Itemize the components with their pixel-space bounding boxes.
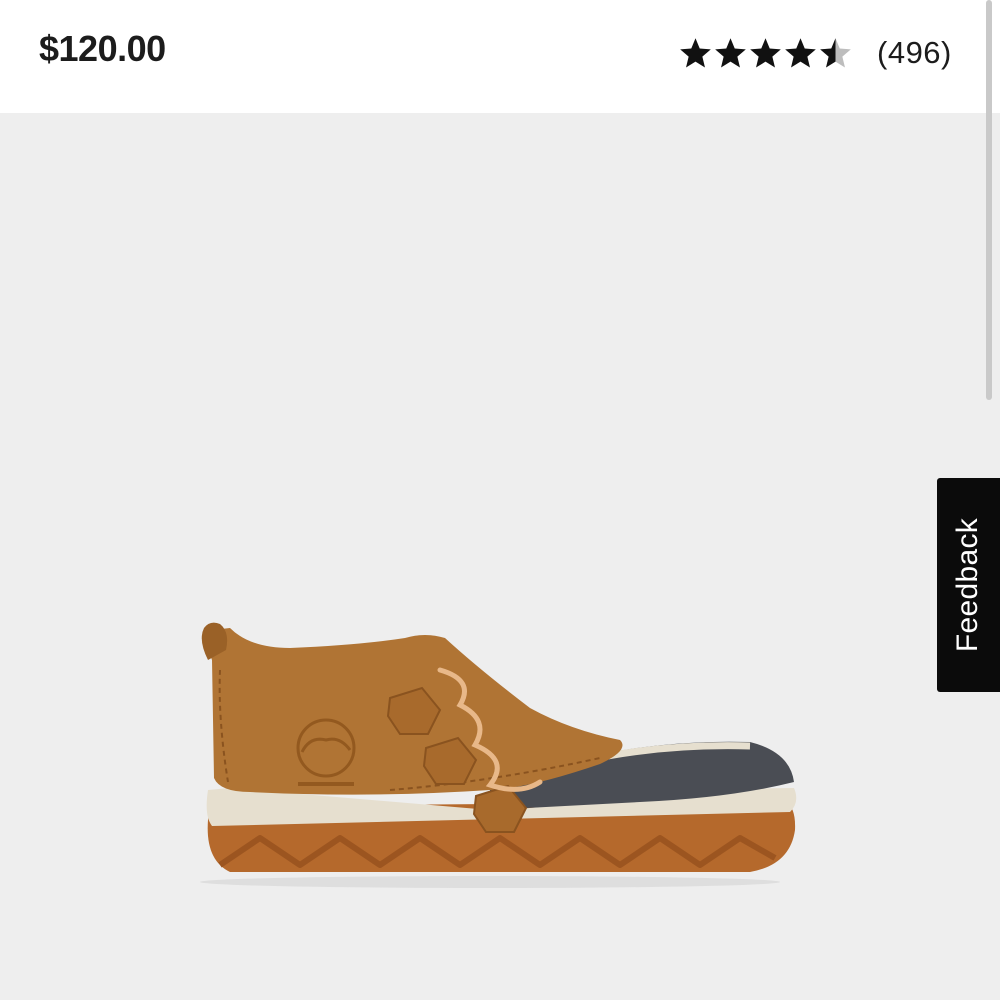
star-full-icon — [680, 37, 711, 67]
star-half-icon — [820, 37, 851, 68]
product-price: $120.00 — [39, 28, 166, 69]
star-full-icon — [750, 37, 781, 67]
review-count[interactable]: (496) — [877, 35, 952, 71]
page-scrollbar[interactable] — [986, 0, 992, 400]
rating-stars — [678, 36, 853, 71]
product-page: $120.00 (496) Feedback — [0, 0, 1000, 1000]
feedback-tab[interactable]: Feedback — [937, 478, 1000, 692]
star-full-icon — [715, 37, 746, 67]
price-rating-header: $120.00 (496) — [0, 0, 1000, 113]
product-rating[interactable]: (496) — [678, 33, 952, 73]
ankle-duck-boot-image[interactable] — [190, 520, 810, 890]
feedback-label: Feedback — [951, 517, 985, 653]
star-full-icon — [785, 37, 816, 67]
